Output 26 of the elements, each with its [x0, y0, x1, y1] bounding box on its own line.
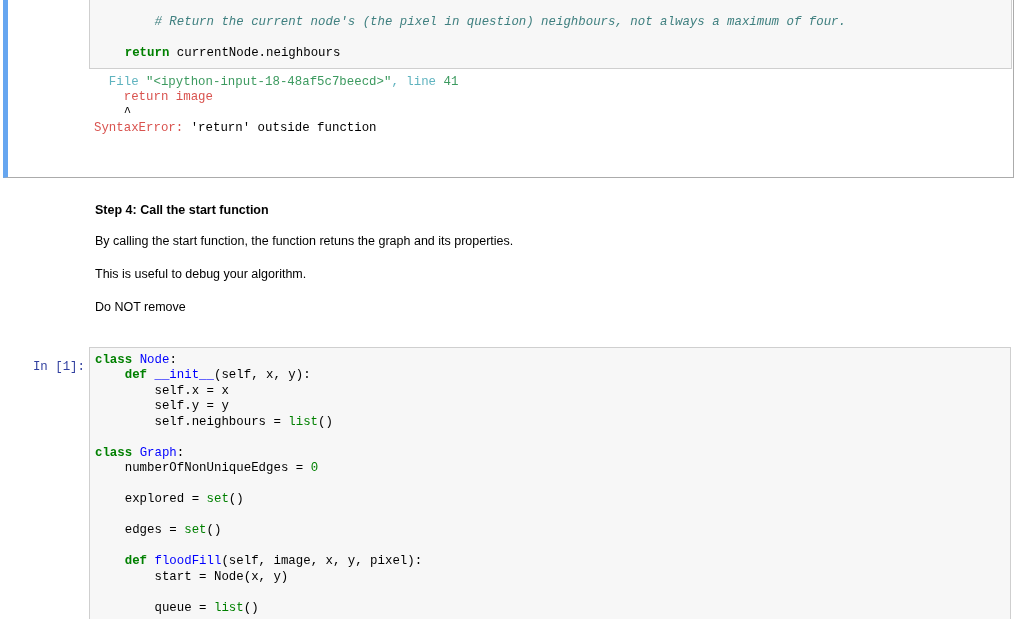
code-line: self.x = x: [154, 383, 229, 399]
output-line: ^: [123, 105, 132, 121]
code-line: numberOfNonUniqueEdges = 0: [124, 461, 319, 477]
markdown-cell[interactable]: Step 4: Call the start function By calling the start function, the function retuns the graph and its properties. This is useful to debug your algorithm. Do NOT remove: [3, 177, 1014, 346]
code-line: def __init__(self, x, y):: [124, 368, 311, 384]
code-line: self.y = y: [154, 399, 229, 415]
code-line: queue = list(): [154, 599, 259, 616]
code-input-area[interactable]: # Return the current node's (the pixel in question) neighbours, not always a maximum of four. return currentNode.neighbours: [89, 0, 1012, 69]
code-line: def floodFill(self, image, x, y, pixel):: [124, 553, 423, 570]
code-line: self.neighbours = list(): [154, 414, 333, 430]
output-line: File "<ipython-input-18-48af5c7beecd>", line 41: [108, 74, 459, 90]
cell-prompt: In [1]:: [32, 359, 85, 374]
output-line: return image: [123, 90, 213, 106]
step-heading: Step 4: Call the start function: [95, 201, 269, 219]
code-line: # Return the current node's (the pixel in question) neighbours, not always a maximum of four.: [154, 15, 846, 31]
code-line: edges = set(): [124, 522, 222, 539]
paragraph-text: Do NOT remove: [95, 298, 186, 316]
code-line: class Node:: [95, 352, 177, 368]
notebook-cell[interactable]: [3, 0, 1014, 178]
paragraph-text: By calling the start function, the function retuns the graph and its properties.: [95, 233, 514, 251]
code-line: return currentNode.neighbours: [124, 45, 341, 62]
code-line: explored = set(): [124, 491, 244, 508]
output-line: SyntaxError: 'return' outside function: [94, 121, 377, 137]
paragraph-text: This is useful to debug your algorithm.: [95, 266, 307, 283]
code-line: start = Node(x, y): [154, 569, 289, 585]
code-line: class Graph:: [95, 444, 185, 461]
